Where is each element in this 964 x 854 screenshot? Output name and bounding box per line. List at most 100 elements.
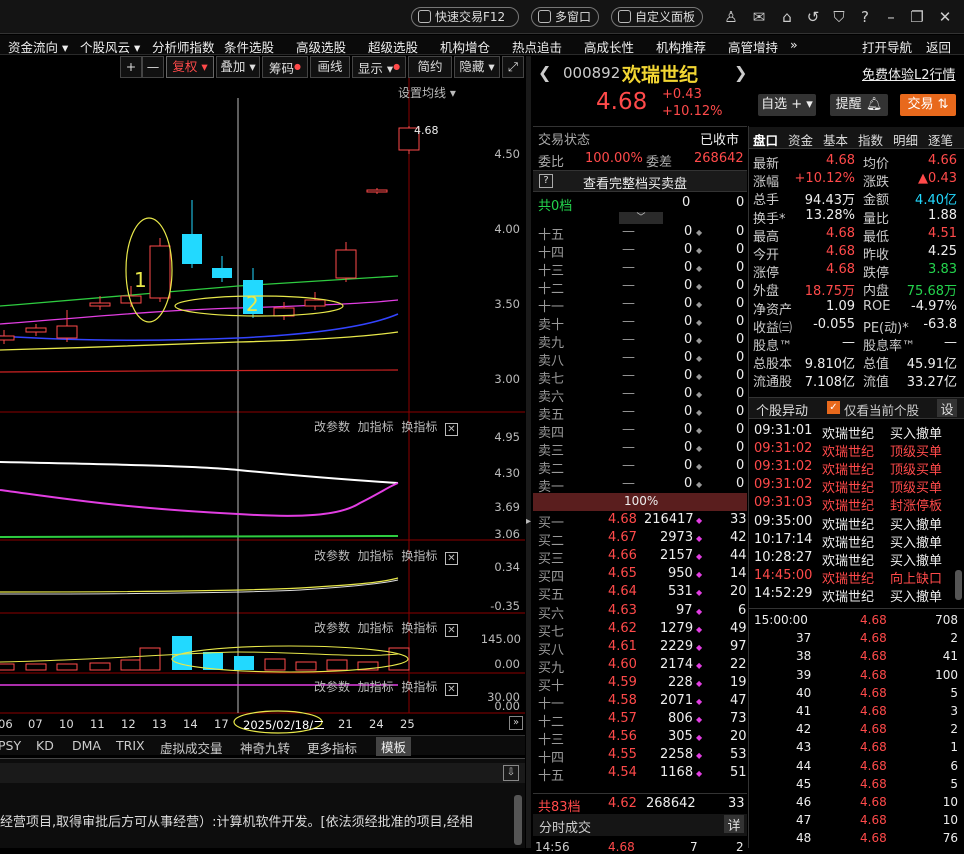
draw-line-button[interactable]: 画线: [310, 56, 350, 78]
buy-level-row[interactable]: 买五 4.64 531 ◆ 20: [538, 584, 747, 603]
add-watchlist-button[interactable]: 自选 + ▾: [758, 94, 816, 116]
help-icon[interactable]: ?: [854, 6, 876, 28]
switch-indicator[interactable]: 换指标: [401, 420, 437, 434]
buy-level-row[interactable]: 买三 4.66 2157 ◆ 44: [538, 548, 747, 567]
scroll-right-icon[interactable]: »: [509, 716, 523, 730]
buy-level-row[interactable]: 买八 4.61 2229 ◆ 97: [538, 639, 747, 658]
sell-level-row[interactable]: 卖七 — 0 ◆ 0: [538, 368, 746, 387]
overlay-button[interactable]: 叠加 ▾: [216, 56, 260, 78]
menu-open-nav[interactable]: 打开导航: [862, 37, 912, 56]
buy-level-row[interactable]: 买九 4.60 2174 ◆ 22: [538, 657, 747, 676]
tab-tick[interactable]: 逐笔: [928, 130, 953, 149]
tab-basic[interactable]: 基本: [823, 130, 848, 149]
buy-level-row[interactable]: 买四 4.65 950 ◆ 14: [538, 566, 747, 585]
buy-level-row[interactable]: 买七 4.62 1279 ◆ 49: [538, 621, 747, 640]
mail-icon[interactable]: ✉: [748, 6, 770, 28]
change-param[interactable]: 改参数: [314, 549, 350, 563]
fenshi-detail-button[interactable]: 详: [724, 815, 744, 834]
display-button[interactable]: 显示 ▾●: [352, 56, 406, 78]
buy-level-row[interactable]: 买一 4.68 216417 ◆ 33: [538, 512, 747, 531]
next-stock-icon[interactable]: ❯: [734, 63, 747, 82]
ma-settings[interactable]: 设置均线 ▾: [398, 84, 456, 101]
add-indicator[interactable]: 加指标: [358, 420, 394, 434]
sell-level-row[interactable]: 十五 — 0 ◆ 0: [538, 224, 746, 243]
full-book-link[interactable]: 查看完整档买卖盘: [583, 173, 687, 192]
zoom-out-button[interactable]: —: [142, 56, 164, 78]
hide-button[interactable]: 隐藏 ▾: [454, 56, 500, 78]
add-indicator[interactable]: 加指标: [358, 680, 394, 694]
sell-level-row[interactable]: 卖四 — 0 ◆ 0: [538, 422, 746, 441]
fuquan-button[interactable]: 复权 ▾: [166, 56, 214, 78]
zoom-in-button[interactable]: +: [120, 56, 142, 78]
close-icon[interactable]: ✕: [934, 6, 956, 28]
user-icon[interactable]: ♙: [720, 6, 742, 28]
prev-stock-icon[interactable]: ❮: [538, 63, 551, 82]
buy-level-row[interactable]: 十一 4.58 2071 ◆ 47: [538, 693, 747, 712]
shirt-icon[interactable]: ⛉: [828, 6, 850, 28]
sell-level-row[interactable]: 卖十 — 0 ◆ 0: [538, 314, 746, 333]
fenshi-label[interactable]: 分时成交: [539, 817, 591, 836]
menu-inst-increase[interactable]: 机构增仓: [440, 37, 490, 56]
close-icon[interactable]: ✕: [444, 683, 458, 696]
menu-stock-wind[interactable]: 个股风云 ▾: [80, 37, 140, 56]
sell-level-row[interactable]: 十三 — 0 ◆ 0: [538, 260, 746, 279]
custom-panel-button[interactable]: 自定义面板: [611, 7, 703, 27]
menu-more[interactable]: »: [790, 37, 798, 52]
add-indicator[interactable]: 加指标: [358, 621, 394, 635]
close-icon[interactable]: ✕: [444, 552, 458, 565]
fullscreen-icon[interactable]: ⤢: [502, 56, 524, 78]
menu-fund-flow[interactable]: 资金流向 ▾: [8, 37, 68, 56]
switch-indicator[interactable]: 换指标: [401, 549, 437, 563]
menu-inst-recommend[interactable]: 机构推荐: [656, 37, 706, 56]
switch-indicator[interactable]: 换指标: [401, 680, 437, 694]
sell-level-row[interactable]: 卖二 — 0 ◆ 0: [538, 458, 746, 477]
buy-level-row[interactable]: 十二 4.57 806 ◆ 73: [538, 711, 747, 730]
switch-indicator[interactable]: 换指标: [401, 621, 437, 635]
events-scrollbar[interactable]: [955, 570, 962, 600]
fast-trade-button[interactable]: 快速交易F12: [411, 7, 519, 27]
change-param[interactable]: 改参数: [314, 680, 350, 694]
tab-psy[interactable]: PSY: [0, 738, 21, 753]
buy-level-row[interactable]: 十三 4.56 305 ◆ 20: [538, 729, 747, 748]
change-param[interactable]: 改参数: [314, 621, 350, 635]
free-l2-link[interactable]: 免费体验L2行情: [862, 64, 956, 83]
trade-button[interactable]: 交易 ⇅: [900, 94, 956, 116]
menu-hot-chase[interactable]: 热点追击: [512, 37, 562, 56]
home-icon[interactable]: ⌂: [776, 6, 798, 28]
tab-trix[interactable]: TRIX: [116, 738, 145, 753]
sell-level-row[interactable]: 卖三 — 0 ◆ 0: [538, 440, 746, 459]
minimize-icon[interactable]: –: [880, 6, 902, 28]
menu-advanced-select[interactable]: 高级选股: [296, 37, 346, 56]
only-current-checkbox[interactable]: ✓: [827, 401, 840, 414]
tab-dma[interactable]: DMA: [72, 738, 101, 753]
restore-icon[interactable]: ❐: [906, 6, 928, 28]
change-param[interactable]: 改参数: [314, 420, 350, 434]
menu-exec-increase[interactable]: 高管增持: [728, 37, 778, 56]
menu-high-growth[interactable]: 高成长性: [584, 37, 634, 56]
tab-template[interactable]: 模板: [376, 737, 412, 756]
buy-level-row[interactable]: 买六 4.63 97 ◆ 6: [538, 603, 746, 622]
close-icon[interactable]: ✕: [444, 423, 458, 436]
kline-chart[interactable]: [0, 78, 525, 738]
events-settings-button[interactable]: 设: [937, 399, 957, 418]
sell-level-row[interactable]: 卖六 — 0 ◆ 0: [538, 386, 746, 405]
sell-level-row[interactable]: 卖一 — 0 ◆ 0: [538, 476, 746, 495]
sell-level-row[interactable]: 十四 — 0 ◆ 0: [538, 242, 746, 261]
tab-more-indicators[interactable]: 更多指标: [307, 738, 357, 757]
multi-window-button[interactable]: 多窗口: [531, 7, 599, 27]
menu-condition-select[interactable]: 条件选股: [224, 37, 274, 56]
add-indicator[interactable]: 加指标: [358, 549, 394, 563]
buy-level-row[interactable]: 买二 4.67 2973 ◆ 42: [538, 530, 747, 549]
sell-level-row[interactable]: 卖五 — 0 ◆ 0: [538, 404, 746, 423]
tab-detail[interactable]: 明细: [893, 130, 918, 149]
alert-button[interactable]: 提醒 🔔︎: [830, 94, 888, 116]
buy-level-row[interactable]: 十五 4.54 1168 ◆ 51: [538, 765, 747, 784]
scrollbar[interactable]: [514, 795, 522, 845]
menu-analyst-index[interactable]: 分析师指数: [152, 37, 215, 56]
only-current-label[interactable]: 仅看当前个股: [844, 400, 919, 419]
buy-level-row[interactable]: 买十 4.59 228 ◆ 19: [538, 675, 747, 694]
sell-level-row[interactable]: 卖九 — 0 ◆ 0: [538, 332, 746, 351]
sell-level-row[interactable]: 卖八 — 0 ◆ 0: [538, 350, 746, 369]
buy-level-row[interactable]: 十四 4.55 2258 ◆ 53: [538, 747, 747, 766]
tab-pankou[interactable]: 盘口: [753, 130, 778, 149]
